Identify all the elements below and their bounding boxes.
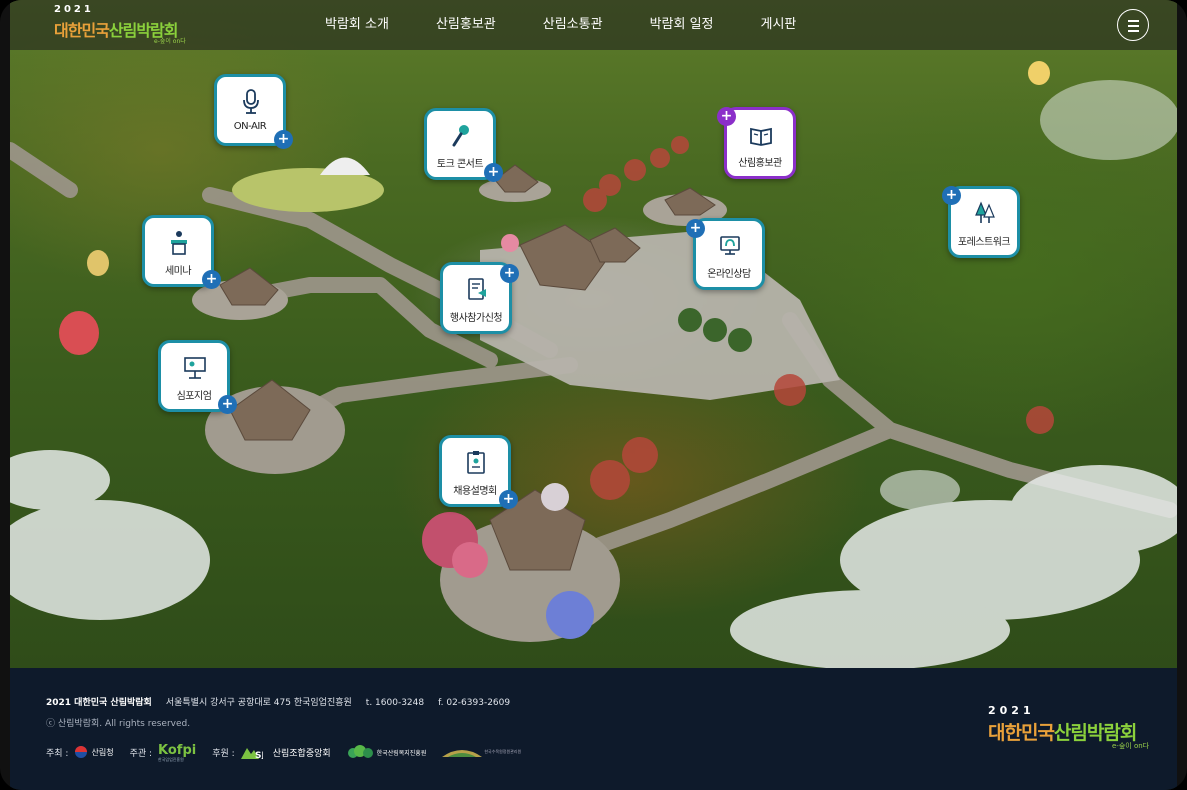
host-name: 산림청 xyxy=(91,747,114,757)
logo-year: 2021 xyxy=(54,4,94,15)
footer-copyright: ⓒ 산림박람회. All rights reserved. xyxy=(46,719,191,729)
resume-document-icon xyxy=(467,451,485,474)
device-frame: ON-AIR + 토크 콘서트 + 산림홍보관 + 포레스트워크 + 세미나 +… xyxy=(0,0,1187,790)
monitor-headset-icon xyxy=(720,236,740,255)
expo-map-scene: ON-AIR + 토크 콘서트 + 산림홍보관 + 포레스트워크 + 세미나 +… xyxy=(10,0,1177,668)
organizer-logo[interactable]: Kofpi 한국임업진흥원 xyxy=(158,743,196,762)
footer-info: 2021 대한민국 산림박람회 서울특별시 강서구 공항대로 475 한국임업진흥… xyxy=(46,695,524,708)
mountain-logo-icon: SJ xyxy=(240,748,263,759)
host-label: 주최 : xyxy=(46,748,69,759)
open-book-icon xyxy=(750,127,772,146)
footer-logo-tagline: e-숲이 on다 xyxy=(1112,742,1150,750)
nav-forest-communication-hall[interactable]: 산림소통관 xyxy=(543,0,603,50)
symposium-plus-button[interactable]: + xyxy=(218,395,237,414)
hotspot-label: 행사참가신청 xyxy=(449,313,503,324)
nav-forest-promotion-hall[interactable]: 산림홍보관 xyxy=(436,0,496,50)
footer-logo-year: 2021 xyxy=(988,704,1035,717)
on-air-plus-button[interactable]: + xyxy=(274,130,293,149)
expo-logo[interactable]: 2021 대한민국산림박람회 e-숲이 on다 xyxy=(54,4,204,46)
support-label: 후원 : xyxy=(212,748,235,759)
stage-dome xyxy=(320,157,370,175)
hotspot-label: 포레스트워크 xyxy=(957,237,1011,248)
hotspot-label: 온라인상담 xyxy=(707,269,751,280)
svg-text:SJ: SJ xyxy=(255,751,263,759)
hotspot-label: 토크 콘서트 xyxy=(436,159,484,170)
nav-expo-schedule[interactable]: 박람회 일정 xyxy=(650,0,714,50)
organizer-sub: 한국임업진흥원 xyxy=(158,756,184,762)
support-logo-1[interactable]: SJ 산림조합중앙회 xyxy=(240,745,331,759)
online-consultation-plus-button[interactable]: + xyxy=(686,219,705,238)
logo-name-part1: 대한민국 xyxy=(54,21,110,40)
host-logo[interactable]: 산림청 xyxy=(74,745,114,759)
footer-address: 서울특별시 강서구 공항대로 475 한국임업진흥원 xyxy=(165,698,352,708)
footer-fax: f. 02-6393-2609 xyxy=(438,698,511,708)
footer-logo-name-part1: 대한민국 xyxy=(988,722,1055,744)
presentation-board-icon xyxy=(184,357,206,379)
application-form-icon xyxy=(468,278,486,300)
support-logo-2[interactable]: 한국산림복지진흥원 xyxy=(347,745,427,759)
promotion-hall-plus-button[interactable]: + xyxy=(717,107,736,126)
job-fair-plus-button[interactable]: + xyxy=(499,490,518,509)
trees-icon xyxy=(975,201,995,223)
hotspot-label: ON-AIR xyxy=(233,121,267,132)
hotspot-label: 세미나 xyxy=(164,266,192,277)
forest-walk-plus-button[interactable]: + xyxy=(942,186,961,205)
top-header: 2021 대한민국산림박람회 e-숲이 on다 박람회 소개 산림홍보관 산림소… xyxy=(10,0,1177,50)
support-name-2: 한국산림복지진흥원 xyxy=(376,749,427,757)
seminar-plus-button[interactable]: + xyxy=(202,270,221,289)
forest-welfare-logo-icon xyxy=(347,745,373,758)
footer-org: 2021 대한민국 산림박람회 xyxy=(46,698,152,708)
event-application-plus-button[interactable]: + xyxy=(500,264,519,283)
hotspot-label: 심포지엄 xyxy=(176,391,212,402)
support-name-3: 한국수목원정원관리원 xyxy=(484,749,522,754)
nav-expo-intro[interactable]: 박람회 소개 xyxy=(325,0,389,50)
footer-tel: t. 1600-3248 xyxy=(365,698,425,708)
taegeuk-icon xyxy=(75,746,88,758)
nav-board[interactable]: 게시판 xyxy=(761,0,797,50)
arboretum-logo-icon xyxy=(442,750,483,757)
organizer-name: Kofpi xyxy=(158,742,197,758)
logo-tagline: e-숲이 on다 xyxy=(154,38,186,45)
podium-icon xyxy=(171,231,187,255)
hamburger-menu-button[interactable] xyxy=(1117,9,1149,41)
organizer-label: 주관 : xyxy=(129,748,153,759)
screen: ON-AIR + 토크 콘서트 + 산림홍보관 + 포레스트워크 + 세미나 +… xyxy=(10,0,1177,790)
microphone-icon xyxy=(243,89,259,114)
support-name-1: 산림조합중앙회 xyxy=(272,748,331,759)
footer-expo-logo: 2021 대한민국산림박람회 e-숲이 on다 xyxy=(988,704,1168,764)
talk-concert-plus-button[interactable]: + xyxy=(484,163,503,182)
footer-sponsors: 주최 : 산림청 주관 : Kofpi 한국임업진흥원 후원 : SJ 산림조합… xyxy=(46,742,537,762)
site-footer: 2021 대한민국 산림박람회 서울특별시 강서구 공항대로 475 한국임업진흥… xyxy=(10,668,1177,790)
hotspot-label: 산림홍보관 xyxy=(738,158,782,169)
map-illustration xyxy=(10,61,1177,668)
handheld-mic-icon xyxy=(452,125,469,147)
hotspot-label: 채용설명회 xyxy=(453,486,497,497)
main-nav: 박람회 소개 산림홍보관 산림소통관 박람회 일정 게시판 xyxy=(325,0,843,50)
support-logo-3[interactable]: 한국수목원정원관리원 xyxy=(442,746,521,758)
